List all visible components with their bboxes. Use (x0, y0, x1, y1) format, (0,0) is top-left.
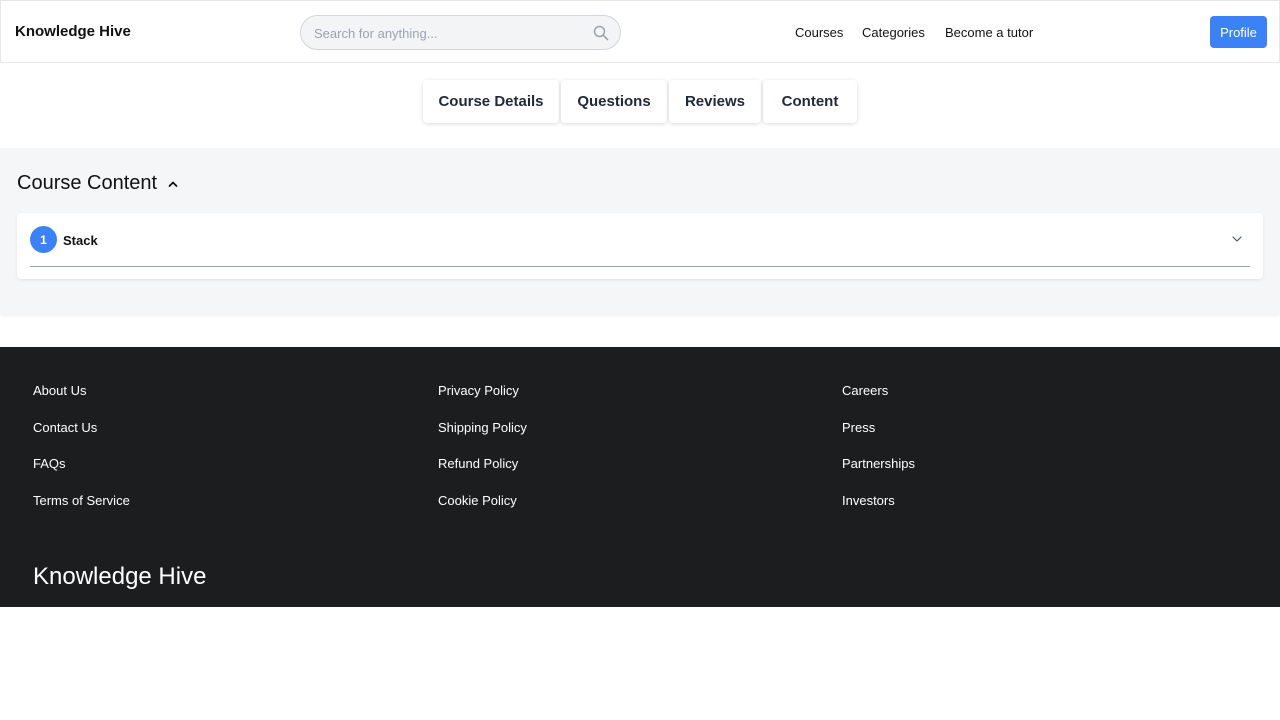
search-icon[interactable] (593, 25, 609, 41)
footer-link-contact-us[interactable]: Contact Us (33, 420, 130, 457)
course-content-section: Course Content 1 Stack (0, 148, 1280, 314)
footer-link-shipping-policy[interactable]: Shipping Policy (438, 420, 527, 457)
footer-column-business: Careers Press Partnerships Investors (842, 383, 915, 530)
search-bar[interactable] (300, 15, 621, 50)
footer-link-partnerships[interactable]: Partnerships (842, 456, 915, 493)
nav-become-tutor[interactable]: Become a tutor (945, 25, 1033, 40)
footer-link-privacy-policy[interactable]: Privacy Policy (438, 383, 527, 420)
search-input[interactable] (314, 24, 584, 42)
footer-column-policies: Privacy Policy Shipping Policy Refund Po… (438, 383, 527, 530)
brand-logo[interactable]: Knowledge Hive (15, 23, 131, 40)
footer-column-company: About Us Contact Us FAQs Terms of Servic… (33, 383, 130, 530)
section-title: Stack (63, 233, 98, 248)
tab-content[interactable]: Content (763, 80, 857, 123)
footer-link-press[interactable]: Press (842, 420, 915, 457)
chevron-up-icon (168, 181, 178, 187)
tab-reviews[interactable]: Reviews (669, 80, 761, 123)
section-accordion: 1 Stack (17, 213, 1263, 279)
course-content-toggle[interactable]: Course Content (17, 172, 179, 195)
nav-categories[interactable]: Categories (862, 25, 925, 40)
footer-link-refund-policy[interactable]: Refund Policy (438, 456, 527, 493)
footer-link-faqs[interactable]: FAQs (33, 456, 130, 493)
footer-link-investors[interactable]: Investors (842, 493, 915, 530)
footer-link-careers[interactable]: Careers (842, 383, 915, 420)
section-accordion-header[interactable]: 1 Stack (17, 213, 1263, 266)
section-divider (30, 266, 1250, 267)
course-content-title: Course Content (17, 172, 158, 194)
top-navbar: Knowledge Hive Courses Categories Become… (0, 0, 1280, 63)
nav-courses[interactable]: Courses (795, 25, 843, 40)
profile-button[interactable]: Profile (1210, 16, 1267, 48)
tab-questions[interactable]: Questions (561, 80, 667, 123)
footer-brand: Knowledge Hive (33, 563, 207, 590)
chevron-down-icon[interactable] (1231, 233, 1243, 245)
footer-link-cookie-policy[interactable]: Cookie Policy (438, 493, 527, 530)
site-footer: About Us Contact Us FAQs Terms of Servic… (0, 347, 1280, 607)
section-number-badge: 1 (30, 226, 57, 253)
footer-link-terms[interactable]: Terms of Service (33, 493, 130, 530)
footer-link-about-us[interactable]: About Us (33, 383, 130, 420)
tab-course-details[interactable]: Course Details (423, 80, 559, 123)
